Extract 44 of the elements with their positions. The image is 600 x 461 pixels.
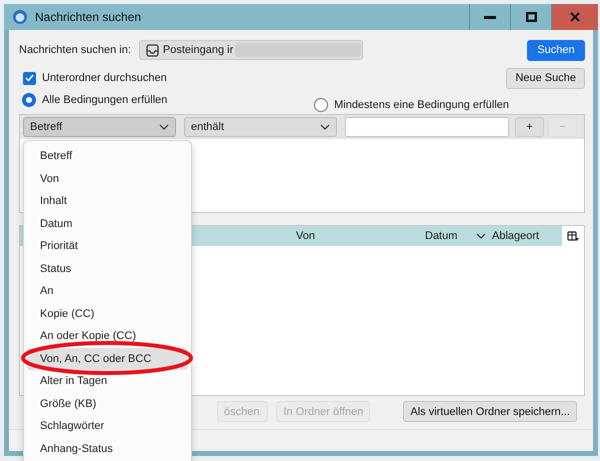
radio-label[interactable]: Mindestens eine Bedingung erfüllen bbox=[334, 99, 509, 111]
value-input-field[interactable] bbox=[345, 117, 509, 137]
menu-item[interactable]: Status bbox=[27, 258, 188, 280]
checkmark-icon bbox=[25, 74, 34, 82]
menu-item[interactable]: Priorität bbox=[27, 235, 188, 258]
chevron-down-icon bbox=[320, 124, 330, 130]
field-dropdown[interactable]: Betreff bbox=[23, 117, 176, 137]
action-button[interactable]: Als virtuellen Ordner speichern... bbox=[403, 401, 577, 422]
column-header[interactable]: Ablageort bbox=[492, 226, 562, 246]
menu-item[interactable]: Größe (KB) bbox=[27, 392, 188, 415]
operator-dropdown[interactable]: enthält bbox=[184, 117, 337, 137]
new-search-button[interactable]: Neue Suche bbox=[506, 68, 585, 88]
menu-item[interactable]: Betreff bbox=[27, 145, 188, 168]
menu-item[interactable]: An bbox=[27, 280, 188, 302]
sort-chevron-icon bbox=[476, 232, 486, 240]
menu-item[interactable]: Anhang-Status bbox=[27, 438, 188, 460]
menu-item[interactable]: Kopie (CC) bbox=[27, 302, 188, 325]
checkbox-label[interactable]: Unterordner durchsuchen bbox=[42, 72, 167, 84]
radio-label[interactable]: Alle Bedingungen erfüllen bbox=[42, 94, 168, 106]
table-columns-icon bbox=[567, 230, 579, 242]
column-header[interactable]: Datum bbox=[425, 226, 492, 246]
minimize-icon bbox=[484, 16, 496, 18]
menu-item[interactable]: Datum bbox=[27, 212, 188, 235]
folder-picker[interactable]: Posteingang ir bbox=[138, 40, 363, 60]
search-in-label: Nachrichten suchen in: bbox=[19, 44, 131, 56]
app-logo-icon bbox=[12, 9, 28, 25]
inbox-icon bbox=[146, 44, 159, 56]
window-title: Nachrichten suchen bbox=[35, 10, 142, 24]
radio-button[interactable] bbox=[314, 98, 328, 112]
close-button[interactable] bbox=[551, 4, 598, 30]
close-icon bbox=[570, 12, 580, 22]
add-condition-button[interactable]: + bbox=[515, 117, 544, 137]
chevron-down-icon bbox=[159, 124, 169, 130]
search-button[interactable]: Suchen bbox=[527, 40, 585, 60]
menu-item[interactable]: Schlagwörter bbox=[27, 415, 188, 438]
checkbox[interactable] bbox=[23, 72, 36, 84]
menu-item[interactable]: An oder Kopie (CC) bbox=[27, 325, 188, 348]
column-picker-button[interactable] bbox=[562, 226, 584, 246]
radio-button[interactable] bbox=[22, 93, 36, 107]
maximize-icon bbox=[526, 12, 536, 22]
column-header[interactable]: Von bbox=[296, 226, 425, 246]
menu-item[interactable]: Von bbox=[27, 168, 188, 190]
menu-item[interactable]: Alter in Tagen bbox=[27, 370, 188, 392]
menu-item[interactable]: Inhalt bbox=[27, 190, 188, 212]
